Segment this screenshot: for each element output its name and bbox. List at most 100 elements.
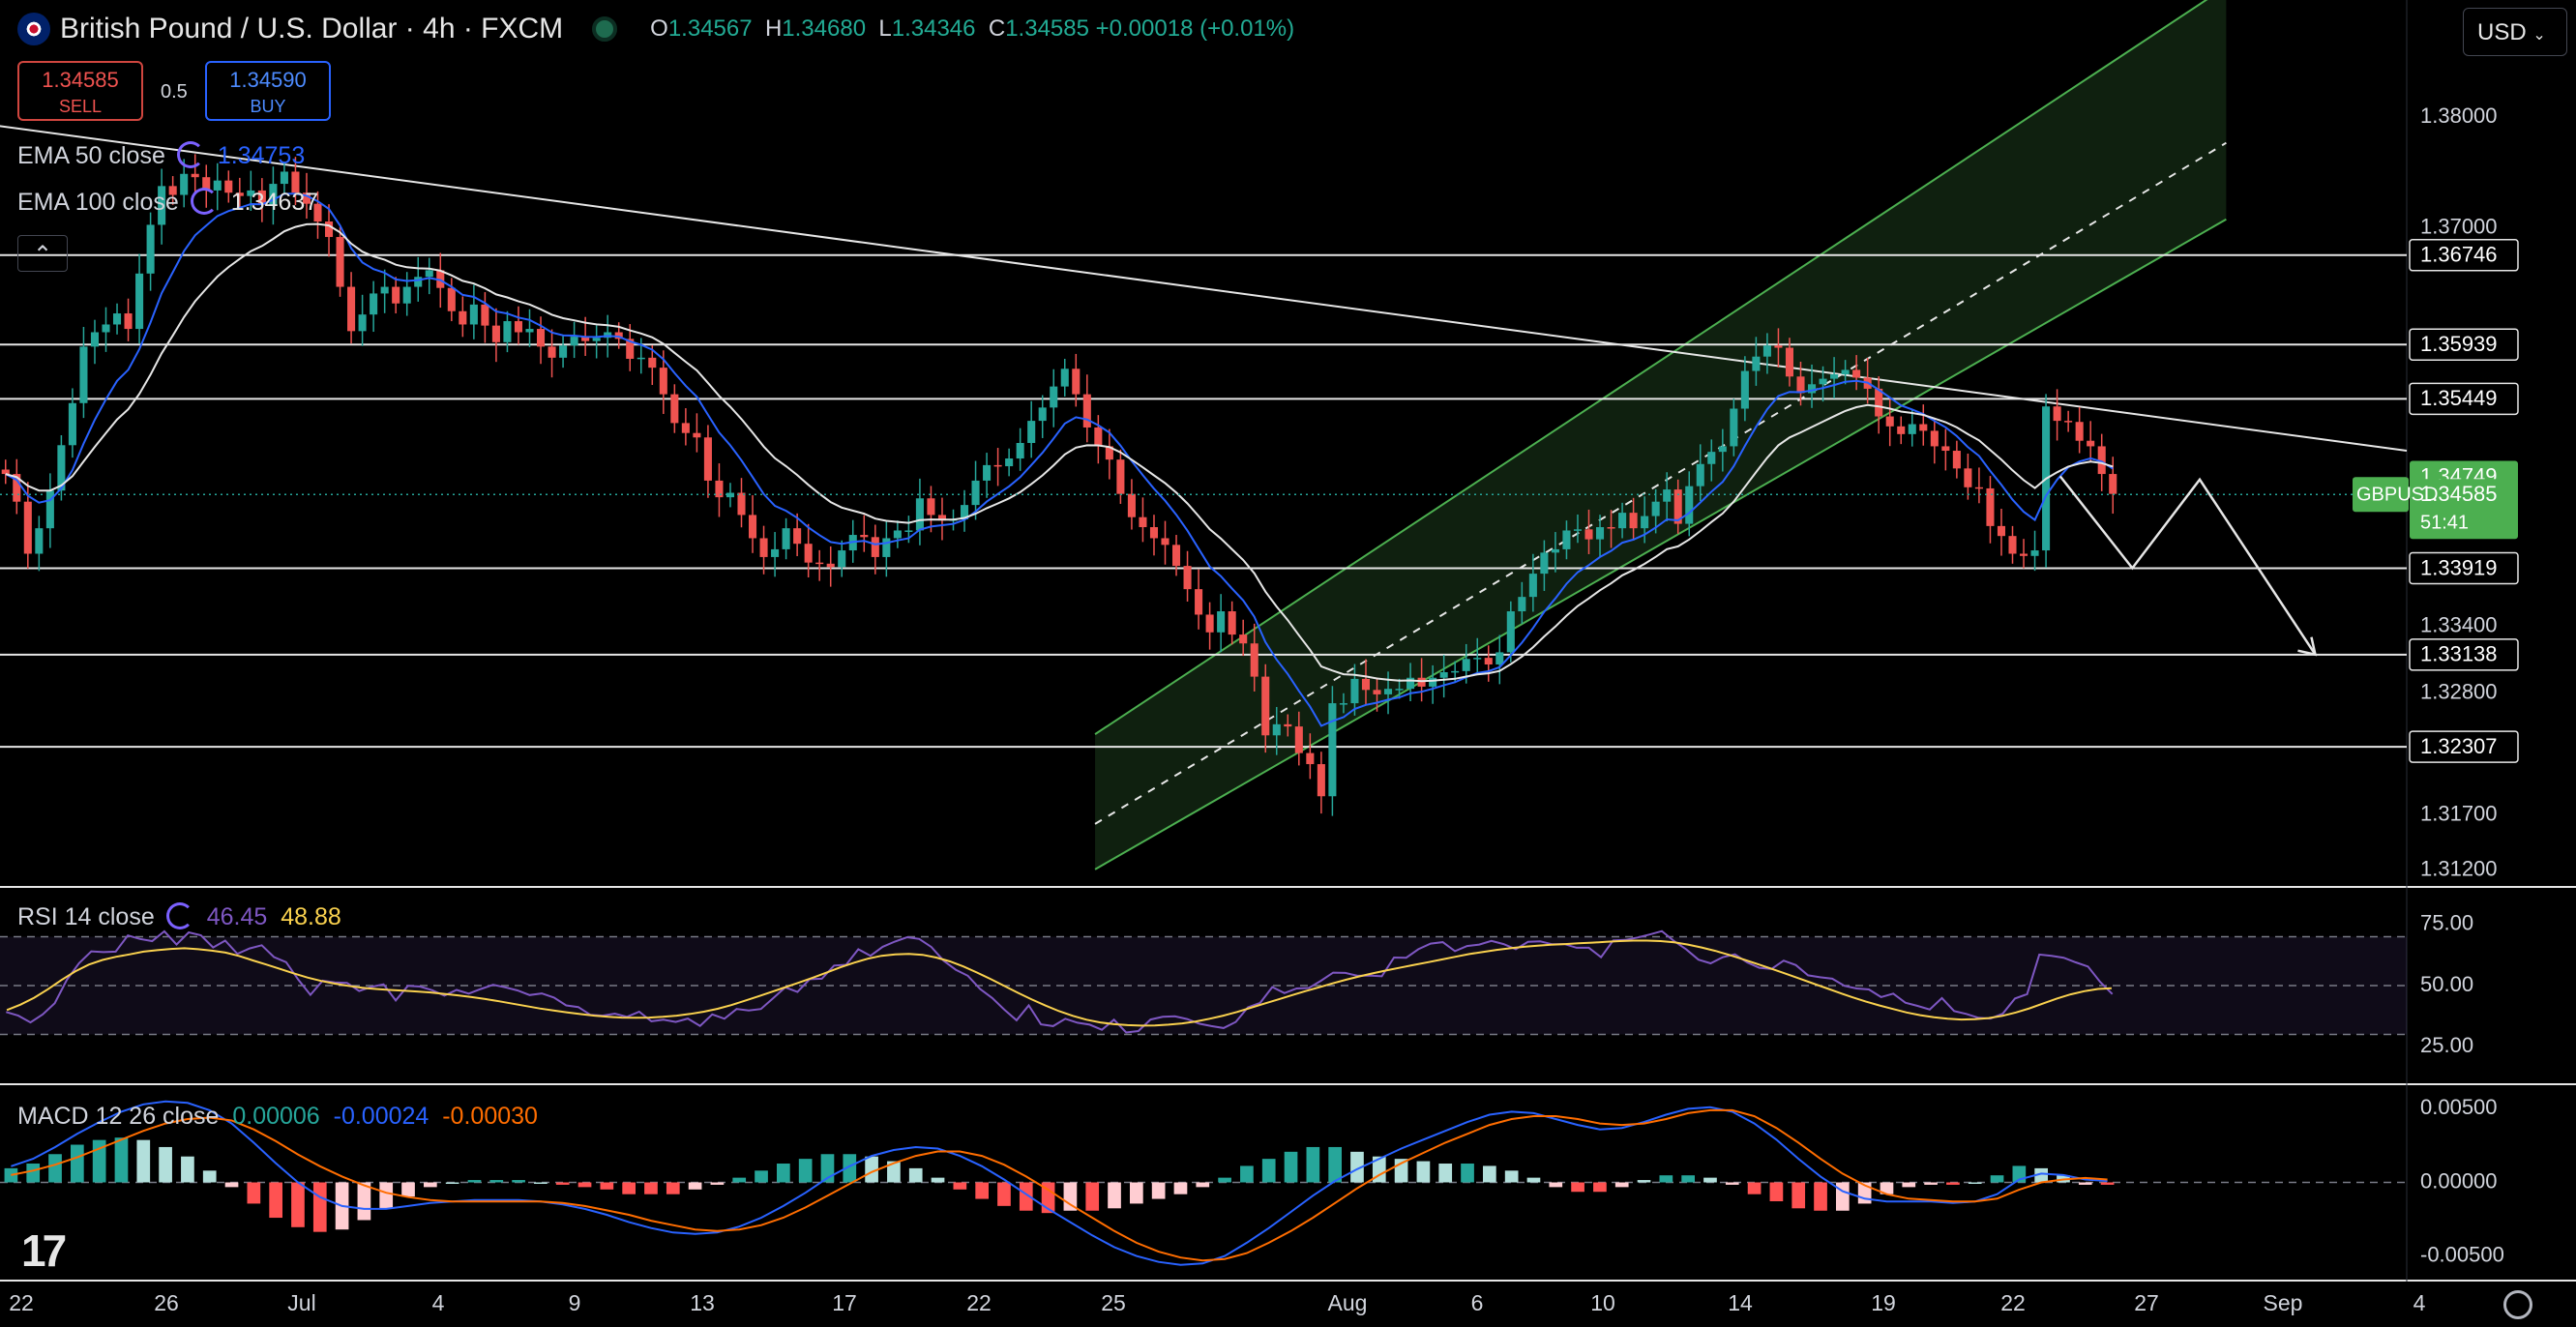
candle bbox=[425, 257, 433, 295]
macd-histogram-bar bbox=[953, 1182, 967, 1190]
candle-body bbox=[759, 538, 768, 557]
candle-body bbox=[1050, 386, 1058, 408]
ema100-legend[interactable]: EMA 100 close 1.34637 bbox=[17, 188, 318, 217]
level-price-label: 1.35449 bbox=[2420, 386, 2498, 410]
candle-body bbox=[826, 563, 835, 568]
candle bbox=[1317, 752, 1325, 814]
ema100-value: 1.34637 bbox=[230, 189, 319, 216]
macd-histogram-bar bbox=[1902, 1182, 1916, 1188]
macd-histogram-bar bbox=[555, 1182, 570, 1185]
settings-gear-icon[interactable] bbox=[2503, 1290, 2532, 1319]
candle bbox=[1930, 418, 1939, 464]
buy-price: 1.34590 bbox=[229, 68, 307, 92]
candle bbox=[481, 292, 489, 343]
candle-body bbox=[1406, 677, 1415, 690]
ema50-legend[interactable]: EMA 50 close 1.34753 bbox=[17, 141, 305, 170]
macd-histogram-bar bbox=[1108, 1182, 1121, 1209]
candle-body bbox=[592, 338, 601, 341]
rsi-legend[interactable]: RSI 14 close 46.45 48.88 bbox=[17, 902, 341, 931]
candle bbox=[915, 478, 924, 546]
ema100-source-icon[interactable] bbox=[190, 188, 218, 215]
rsi-source-icon[interactable] bbox=[165, 902, 193, 929]
candle bbox=[1205, 602, 1214, 650]
candle-body bbox=[1250, 643, 1258, 677]
buy-label: BUY bbox=[250, 97, 286, 116]
macd-histogram-bar bbox=[1924, 1182, 1938, 1185]
candle-body bbox=[447, 287, 456, 311]
candle-body bbox=[1607, 527, 1615, 529]
candle-body bbox=[392, 286, 400, 304]
macd-legend[interactable]: MACD 12 26 close 0.00006 -0.00024 -0.000… bbox=[17, 1103, 538, 1131]
time-tick-label: 22 bbox=[9, 1290, 34, 1315]
ema50-source-icon[interactable] bbox=[176, 141, 204, 168]
candle-body bbox=[1663, 489, 1672, 502]
candle-body bbox=[324, 221, 334, 238]
macd-histogram-bar bbox=[1946, 1182, 1960, 1185]
candle-body bbox=[871, 537, 879, 557]
candle-body bbox=[1796, 376, 1805, 394]
candle-body bbox=[815, 562, 824, 565]
candle-body bbox=[559, 345, 568, 358]
macd-histogram-bar bbox=[224, 1182, 239, 1188]
rsi-tick-label: 75.00 bbox=[2420, 911, 2473, 935]
price-tick-label: 1.38000 bbox=[2420, 103, 2498, 128]
candle bbox=[1139, 497, 1147, 543]
market-status-icon[interactable] bbox=[592, 16, 618, 42]
candle-body bbox=[1641, 516, 1649, 529]
candle bbox=[380, 269, 389, 313]
macd-histogram-bar bbox=[644, 1182, 658, 1194]
macd-histogram-value: 0.00006 bbox=[232, 1103, 320, 1130]
macd-histogram-bar bbox=[688, 1182, 702, 1190]
collapse-legend-button[interactable]: ⌃ bbox=[17, 235, 68, 272]
candle-body bbox=[1038, 407, 1047, 422]
last-price-label: 1.34585 bbox=[2420, 482, 2498, 506]
macd-histogram-bar bbox=[997, 1182, 1011, 1206]
macd-histogram-bar bbox=[755, 1170, 768, 1183]
candle bbox=[1, 459, 10, 485]
candle-body bbox=[1383, 689, 1393, 694]
time-tick-label: 17 bbox=[832, 1290, 857, 1315]
tradingview-logo[interactable]: 17 bbox=[21, 1224, 67, 1277]
candle bbox=[2053, 389, 2061, 441]
candle-body bbox=[1439, 672, 1448, 678]
candle-body bbox=[2030, 550, 2039, 556]
candle-body bbox=[1094, 427, 1103, 447]
candle bbox=[782, 517, 790, 560]
candle-body bbox=[2109, 474, 2117, 494]
candle bbox=[826, 546, 835, 587]
ema50-label: EMA 50 close bbox=[17, 142, 165, 169]
currency-select[interactable]: USD ⌄ bbox=[2463, 8, 2567, 56]
macd-value: -0.00024 bbox=[333, 1103, 429, 1130]
macd-histogram-bar bbox=[445, 1182, 459, 1184]
candle-body bbox=[804, 544, 813, 563]
buy-button[interactable]: 1.34590 BUY bbox=[205, 61, 331, 121]
candle-body bbox=[35, 528, 44, 554]
macd-histogram-bar bbox=[1637, 1180, 1651, 1183]
time-tick-label: 6 bbox=[1471, 1290, 1484, 1315]
candle bbox=[1484, 645, 1493, 682]
candle-body bbox=[1730, 408, 1738, 447]
time-tick-label: Jul bbox=[287, 1290, 315, 1315]
candle-body bbox=[659, 368, 667, 395]
macd-histogram bbox=[4, 1137, 2115, 1232]
candle bbox=[1964, 453, 1972, 500]
time-tick-label: 9 bbox=[569, 1290, 581, 1315]
macd-histogram-bar bbox=[401, 1182, 415, 1197]
macd-histogram-bar bbox=[1328, 1146, 1342, 1183]
candle-body bbox=[1294, 726, 1303, 753]
candle-body bbox=[1228, 611, 1236, 635]
candle bbox=[759, 525, 768, 575]
macd-histogram-bar bbox=[136, 1139, 151, 1183]
macd-tick-label: 0.00000 bbox=[2420, 1168, 2498, 1193]
symbol-title[interactable]: British Pound / U.S. Dollar · 4h · FXCM bbox=[60, 13, 563, 45]
candle bbox=[2030, 530, 2039, 572]
macd-histogram-bar bbox=[512, 1180, 525, 1183]
candle bbox=[838, 540, 846, 577]
macd-histogram-bar bbox=[1571, 1182, 1584, 1193]
candle-body bbox=[1350, 678, 1359, 704]
price-tick-label: 1.33400 bbox=[2420, 613, 2498, 637]
sell-button[interactable]: 1.34585 SELL bbox=[17, 61, 143, 121]
candle bbox=[370, 280, 378, 333]
macd-histogram-bar bbox=[202, 1170, 217, 1183]
candle-body bbox=[971, 480, 980, 506]
